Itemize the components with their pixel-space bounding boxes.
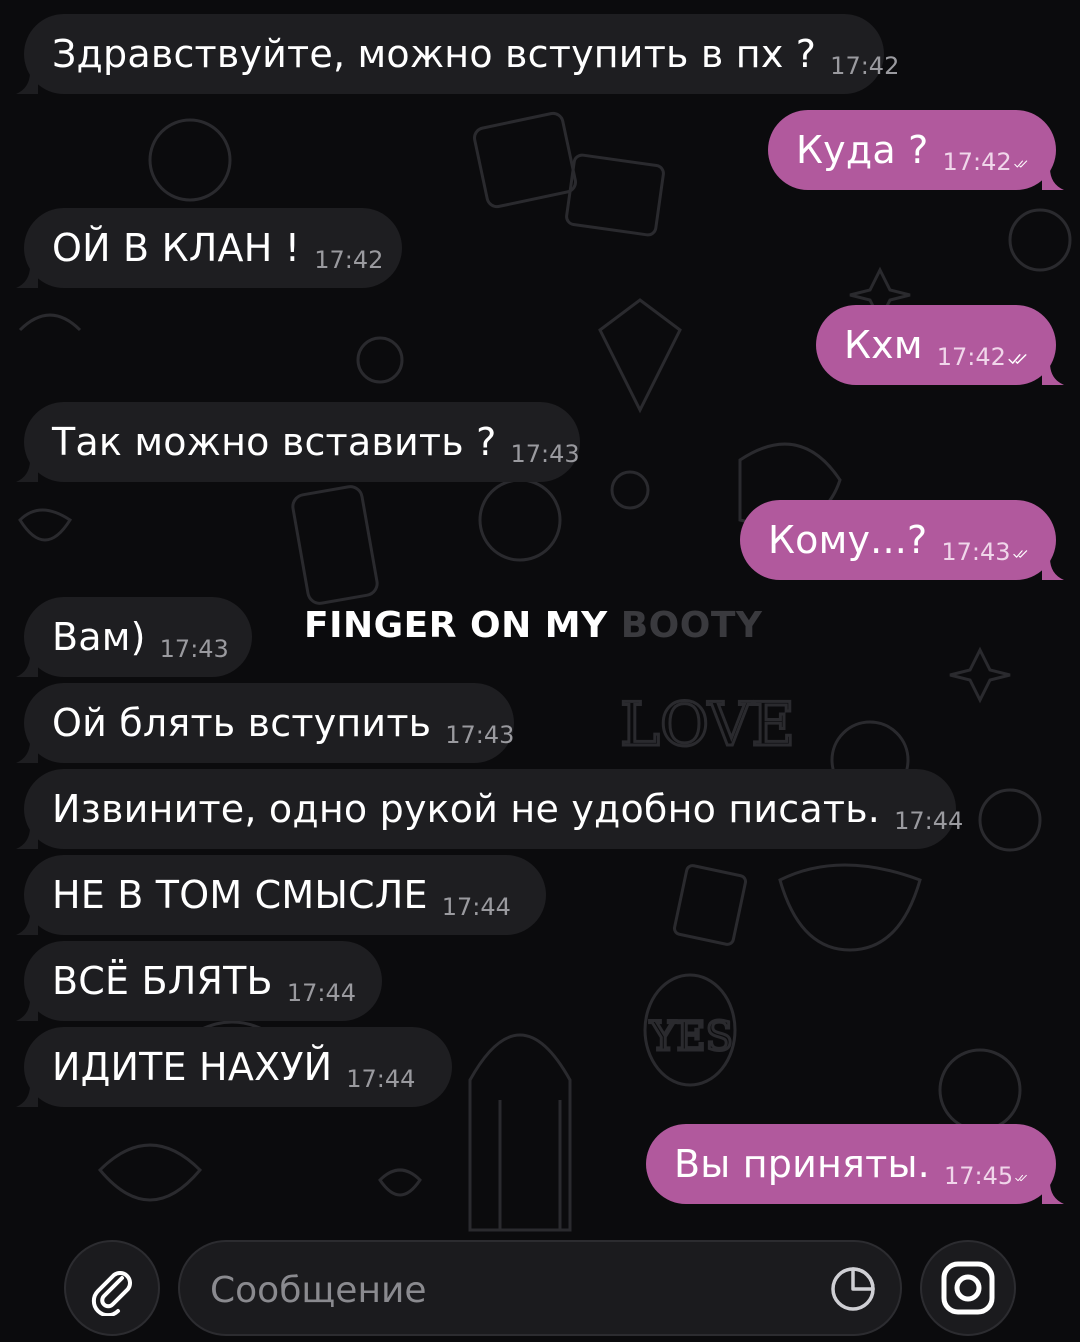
message-timestamp: 17:43	[510, 440, 580, 468]
incoming-message-bubble[interactable]: ОЙ В КЛАН ! 17:42	[16, 208, 402, 288]
caption-text-faded: BOOTY	[620, 605, 763, 646]
outgoing-message-bubble[interactable]: Куда ? 17:42	[768, 110, 1064, 190]
camera-button[interactable]	[920, 1240, 1016, 1336]
bubble-tail	[16, 741, 38, 763]
message-timestamp: 17:44	[441, 893, 511, 921]
outgoing-message-bubble[interactable]: Кхм 17:42	[816, 305, 1064, 385]
incoming-message-bubble[interactable]: Извините, одно рукой не удобно писать. 17…	[16, 769, 963, 849]
message-timestamp: 17:42	[830, 52, 900, 80]
bubble-tail	[1042, 1182, 1064, 1204]
message-text: Извините, одно рукой не удобно писать.	[52, 787, 881, 831]
video-caption-overlay: FINGER ON MY BOOTY	[304, 605, 763, 646]
message-text: Так можно вставить ?	[52, 420, 497, 464]
message-text: Здравствуйте, можно вступить в пх ?	[52, 32, 817, 76]
message-timestamp: 17:42	[936, 343, 1006, 371]
message-timestamp: 17:44	[286, 979, 356, 1007]
incoming-message-bubble[interactable]: ВСЁ БЛЯТЬ 17:44	[16, 941, 382, 1021]
message-composer	[0, 1230, 1080, 1342]
message-timestamp: 17:43	[159, 635, 229, 663]
camera-icon	[941, 1261, 995, 1315]
svg-text:LOVE: LOVE	[620, 690, 795, 760]
message-text: ОЙ В КЛАН !	[52, 226, 301, 270]
outgoing-message-bubble[interactable]: Кому...? 17:43	[740, 500, 1064, 580]
double-check-icon	[1015, 1174, 1027, 1182]
sticker-icon[interactable]	[828, 1264, 878, 1314]
message-text: Вы приняты.	[674, 1142, 930, 1186]
message-text: ИДИТЕ НАХУЙ	[52, 1045, 333, 1089]
caption-text: FINGER ON MY	[304, 605, 608, 646]
double-check-icon	[1013, 160, 1027, 168]
message-text: Куда ?	[796, 128, 929, 172]
message-timestamp: 17:43	[445, 721, 515, 749]
bubble-tail	[16, 827, 38, 849]
incoming-message-bubble[interactable]: Так можно вставить ? 17:43	[16, 402, 580, 482]
paperclip-icon	[91, 1271, 132, 1316]
bubble-tail	[16, 266, 38, 288]
message-timestamp: 17:43	[941, 538, 1011, 566]
bubble-tail	[16, 460, 38, 482]
message-timestamp: 17:42	[942, 148, 1012, 176]
message-text: Вам)	[52, 615, 146, 659]
incoming-message-bubble[interactable]: Ой блять вступить 17:43	[16, 683, 515, 763]
incoming-message-bubble[interactable]: Здравствуйте, можно вступить в пх ? 17:42	[16, 14, 899, 94]
bear-doodle	[148, 118, 232, 202]
bubble-tail	[1042, 558, 1064, 580]
message-timestamp: 17:42	[314, 246, 384, 274]
message-text: Кому...?	[768, 518, 928, 562]
bubble-tail	[16, 999, 38, 1021]
incoming-message-bubble[interactable]: ИДИТЕ НАХУЙ 17:44	[16, 1027, 452, 1107]
message-input[interactable]	[208, 1262, 812, 1318]
attach-button[interactable]	[64, 1240, 160, 1336]
message-text: НЕ В ТОМ СМЫСЛЕ	[52, 873, 428, 917]
message-timestamp: 17:44	[346, 1065, 416, 1093]
incoming-message-bubble[interactable]: Вам) 17:43	[16, 597, 252, 677]
incoming-message-bubble[interactable]: НЕ В ТОМ СМЫСЛЕ 17:44	[16, 855, 546, 935]
double-check-icon	[1008, 354, 1027, 364]
bubble-tail	[1042, 168, 1064, 190]
message-text: ВСЁ БЛЯТЬ	[52, 959, 273, 1003]
bubble-tail	[16, 913, 38, 935]
message-timestamp: 17:45	[943, 1162, 1014, 1190]
bubble-tail	[16, 72, 38, 94]
message-text: Ой блять вступить	[52, 701, 432, 745]
svg-text:YES: YES	[649, 1014, 733, 1060]
message-input-box[interactable]	[178, 1240, 902, 1336]
bubble-tail	[16, 1085, 38, 1107]
bubble-tail	[1042, 363, 1064, 385]
outgoing-message-bubble[interactable]: Вы приняты. 17:45	[646, 1124, 1064, 1204]
bubble-tail	[16, 655, 38, 677]
double-check-icon	[1012, 550, 1027, 558]
message-timestamp: 17:44	[894, 807, 964, 835]
message-text: Кхм	[844, 323, 923, 367]
